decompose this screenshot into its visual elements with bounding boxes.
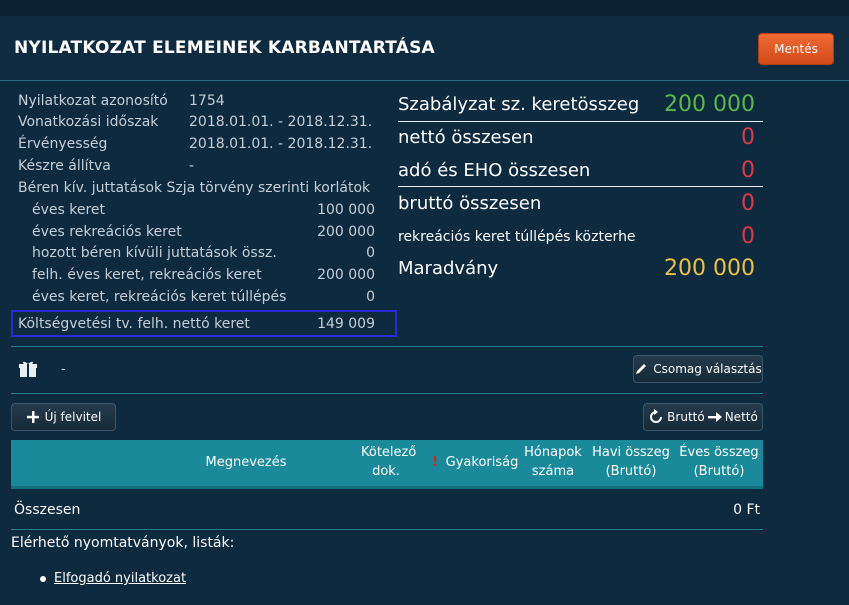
pencil-icon bbox=[636, 364, 647, 374]
package-value: - bbox=[61, 362, 66, 377]
col-months-line2: száma bbox=[531, 464, 575, 479]
validity-value: 2018.01.01. - 2018.12.31. bbox=[189, 136, 373, 152]
budget-value: 149 009 bbox=[317, 316, 375, 332]
limits-heading: Béren kív. juttatások Szja törvény szeri… bbox=[18, 180, 371, 196]
choose-package-button[interactable]: Csomag választás bbox=[633, 355, 763, 383]
exceed-value: 0 bbox=[366, 289, 375, 305]
brought-value: 0 bbox=[366, 245, 375, 261]
period-value: 2018.01.01. - 2018.12.31. bbox=[189, 114, 373, 130]
col-required-header[interactable]: Kötelező dok. bbox=[361, 443, 417, 481]
choose-package-label: Csomag választás bbox=[653, 362, 762, 376]
brought-label: hozott béren kívüli juttatások össz. bbox=[32, 245, 277, 261]
created-label: Készre állítva bbox=[18, 158, 111, 174]
period-label: Vonatkozási időszak bbox=[18, 114, 159, 130]
summary-separator bbox=[398, 186, 763, 187]
rule-value: 200 000 bbox=[664, 92, 755, 117]
col-monthly-header[interactable]: Havi összeg (Bruttó) bbox=[589, 443, 673, 481]
validity-label: Érvényesség bbox=[18, 136, 108, 152]
toggle-label-net: Nettó bbox=[724, 410, 758, 424]
divider bbox=[11, 529, 763, 530]
col-yearly-header[interactable]: Éves összeg (Bruttó) bbox=[677, 443, 761, 481]
annual-value: 100 000 bbox=[317, 202, 375, 218]
recreation-value: 200 000 bbox=[317, 224, 375, 240]
col-yearly-line2: (Bruttó) bbox=[693, 464, 745, 479]
total-value: 0 Ft bbox=[733, 502, 760, 518]
exceed-label: éves keret, rekreációs keret túllépés bbox=[32, 289, 287, 305]
new-entry-label: Új felvitel bbox=[44, 410, 102, 424]
page-header: NYILATKOZAT ELEMEINEK KARBANTARTÁSA Ment… bbox=[0, 16, 849, 81]
recr-exceed-value: 0 bbox=[741, 224, 755, 249]
col-months-header[interactable]: Hónapok száma bbox=[518, 443, 588, 481]
divider bbox=[11, 393, 763, 394]
col-monthly-line1: Havi összeg bbox=[592, 445, 670, 460]
plus-icon bbox=[26, 411, 39, 423]
col-name-header[interactable]: Megnevezés bbox=[161, 453, 331, 472]
used-label: felh. éves keret, rekreációs keret bbox=[32, 267, 262, 283]
gross-value: 0 bbox=[741, 191, 755, 216]
col-required-line2: dok. bbox=[372, 464, 400, 479]
remaining-value: 200 000 bbox=[664, 256, 755, 281]
net-value: 0 bbox=[741, 125, 755, 150]
new-entry-button[interactable]: Új felvitel bbox=[11, 403, 116, 431]
net-label: nettó összesen bbox=[398, 127, 534, 148]
col-yearly-line1: Éves összeg bbox=[679, 445, 759, 460]
divider bbox=[11, 346, 763, 347]
annual-label: éves keret bbox=[32, 202, 106, 218]
recr-exceed-label: rekreációs keret túllépés közterhe bbox=[398, 229, 636, 245]
budget-label: Költségvetési tv. felh. nettó keret bbox=[18, 316, 250, 332]
refresh-icon bbox=[650, 409, 663, 423]
col-required-line1: Kötelező bbox=[361, 445, 417, 460]
id-value: 1754 bbox=[189, 93, 225, 109]
gross-net-toggle-button[interactable]: Bruttó Nettó bbox=[643, 403, 763, 431]
gift-icon bbox=[19, 361, 37, 377]
warning-icon: ! bbox=[432, 455, 438, 470]
id-label: Nyilatkozat azonosító bbox=[18, 93, 168, 109]
col-monthly-line2: (Bruttó) bbox=[605, 464, 657, 479]
total-label: Összesen bbox=[14, 502, 81, 518]
tax-label: adó és EHO összesen bbox=[398, 160, 591, 181]
used-value: 200 000 bbox=[317, 267, 375, 283]
recreation-label: éves rekreációs keret bbox=[32, 224, 182, 240]
tax-value: 0 bbox=[741, 158, 755, 183]
created-value: - bbox=[189, 158, 195, 174]
toggle-label-gross: Bruttó bbox=[667, 410, 705, 424]
rule-label: Szabályzat sz. keretösszeg bbox=[398, 94, 640, 115]
remaining-label: Maradvány bbox=[398, 258, 499, 279]
acceptance-declaration-link[interactable]: Elfogadó nyilatkozat bbox=[54, 571, 186, 586]
col-months-line1: Hónapok bbox=[524, 445, 582, 460]
save-button[interactable]: Mentés bbox=[758, 33, 834, 65]
col-frequency-header[interactable]: Gyakoriság bbox=[444, 453, 520, 472]
gross-label: bruttó összesen bbox=[398, 193, 542, 214]
summary-separator bbox=[398, 121, 763, 122]
arrow-right-icon bbox=[707, 412, 722, 422]
top-strip bbox=[0, 0, 849, 16]
prints-title: Elérhető nyomtatványok, listák: bbox=[11, 535, 235, 551]
table-header: Megnevezés Kötelező dok. ! Gyakoriság Hó… bbox=[11, 440, 763, 489]
bullet-icon bbox=[40, 576, 46, 582]
page-title: NYILATKOZAT ELEMEINEK KARBANTARTÁSA bbox=[14, 38, 435, 58]
